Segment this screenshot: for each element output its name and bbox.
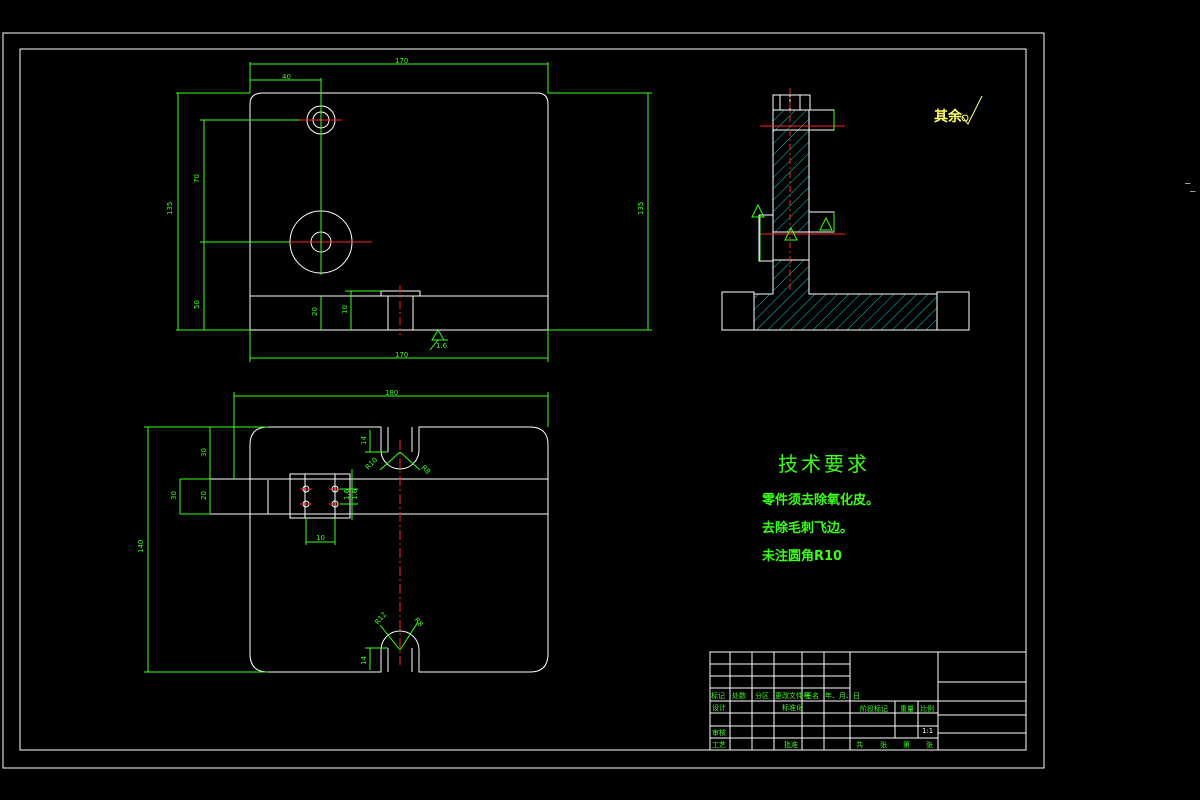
dim-bottom-hole-spacing: 10 xyxy=(316,534,325,542)
dim-top-low: 50 xyxy=(193,300,201,309)
dim-bottom-r4: R8 xyxy=(412,616,424,628)
dim-bottom-side-a: 1.6 xyxy=(343,488,351,500)
tb-review: 审核 xyxy=(712,729,726,737)
dim-top-width: 170 xyxy=(395,57,408,65)
roughness-note: 其余 xyxy=(934,109,962,125)
dim-top-width-bottom: 170 xyxy=(395,351,408,359)
tech-requirement-3: 未注圆角R10 xyxy=(762,549,843,564)
dim-bottom-v2: 20 xyxy=(200,491,208,500)
dim-bottom-r1: R10 xyxy=(364,456,379,471)
dim-top-height-right: 135 xyxy=(637,202,645,215)
tb-scale-value: 1:1 xyxy=(922,727,934,735)
dim-top-roughness: 1.6 xyxy=(436,342,448,350)
tech-requirement-1: 零件须去除氧化皮。 xyxy=(762,493,880,508)
dim-top-offset: 40 xyxy=(282,73,291,81)
dim-bottom-slot-w-bottom: 14 xyxy=(360,656,368,665)
dim-top-height-left: 135 xyxy=(166,202,174,215)
dim-bottom-width: 180 xyxy=(385,389,398,397)
tb-scale-label: 比例 xyxy=(920,705,934,713)
tb-mark: 标记 xyxy=(711,692,725,700)
top-view xyxy=(249,92,549,331)
top-view-dims xyxy=(176,62,652,362)
dim-bottom-r2: R8 xyxy=(420,464,432,476)
tb-date: 年、月、日 xyxy=(825,692,860,700)
tech-requirements: 技术要求 零件须去除氧化皮。 去除毛刺飞边。 未注圆角R10 xyxy=(762,448,879,573)
tb-page: 第 xyxy=(903,741,910,749)
cad-drawing: – – 170 40 135 135 70 50 20 10 170 1.6 1… xyxy=(2,32,1196,769)
tech-requirements-title: 技术要求 xyxy=(778,452,870,476)
tb-approve: 批准 xyxy=(784,741,798,749)
tech-requirement-2: 去除毛刺飞边。 xyxy=(762,521,854,536)
tb-process: 工艺 xyxy=(712,741,726,749)
tb-count: 处数 xyxy=(732,692,746,700)
tb-zone: 分区 xyxy=(755,692,769,700)
tb-sheet-of: 张 xyxy=(880,741,887,749)
dim-bottom-slot-w: 14 xyxy=(360,436,368,445)
tb-page-of: 张 xyxy=(926,741,933,749)
dim-top-slot-h: 10 xyxy=(341,305,349,314)
roughness-symbol xyxy=(961,95,983,125)
tb-sheets: 共 xyxy=(856,741,863,749)
tb-sign: 签名 xyxy=(805,692,819,700)
dim-top-mid: 70 xyxy=(193,174,201,183)
dim-bottom-side-b: 1.6 xyxy=(351,488,359,500)
bottom-view-dims xyxy=(144,392,549,673)
dim-bottom-v1: 30 xyxy=(200,448,208,457)
dim-bottom-r3: R12 xyxy=(373,611,388,627)
dim-bottom-height: 140 xyxy=(137,540,145,553)
dim-bottom-v3: 30 xyxy=(170,491,178,500)
outer-frame xyxy=(2,32,1045,769)
section-view xyxy=(721,94,970,331)
svg-text:–: – xyxy=(1190,187,1196,197)
dim-top-slot-depth: 20 xyxy=(311,307,319,316)
tb-standardize: 标准化 xyxy=(782,704,803,712)
title-block xyxy=(709,651,1027,751)
inner-frame xyxy=(19,48,1027,751)
bottom-view xyxy=(210,426,549,673)
tb-weight: 重量 xyxy=(900,705,914,713)
tb-stage-mark: 阶段标记 xyxy=(860,705,888,713)
tb-design: 设计 xyxy=(712,704,726,712)
